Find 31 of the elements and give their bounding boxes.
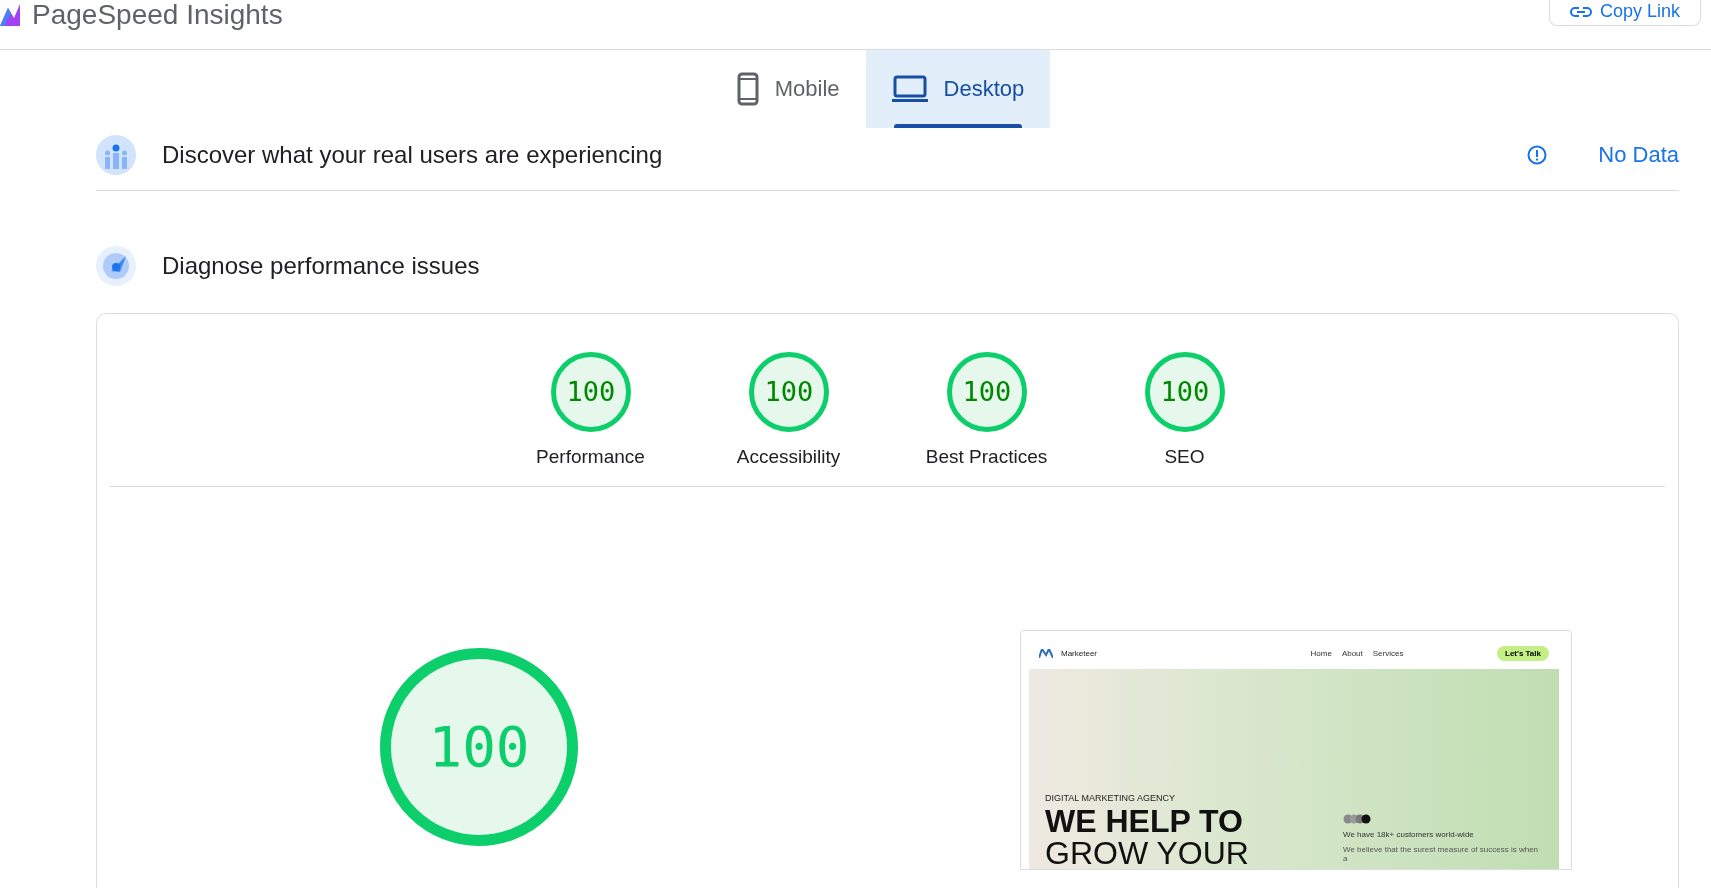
users-chart-icon bbox=[96, 135, 136, 175]
section-title: Diagnose performance issues bbox=[162, 252, 481, 280]
score-label: Best Practices bbox=[925, 446, 1048, 468]
no-data-link[interactable]: No Data bbox=[1598, 142, 1679, 168]
site-cta: Let's Talk bbox=[1497, 645, 1549, 661]
score-gauge: 100 bbox=[550, 352, 631, 432]
avatars-icon bbox=[1343, 814, 1371, 824]
laptop-icon bbox=[891, 75, 928, 103]
link-icon bbox=[1569, 5, 1592, 18]
site-headline: WE HELP TO bbox=[1045, 805, 1244, 837]
section-title: Discover what your real users are experiencing bbox=[162, 141, 664, 169]
score-label: Accessibility bbox=[736, 446, 841, 468]
device-tab[interactable]: Desktop bbox=[865, 50, 1051, 128]
site-body: We believe that the surest measure of success is when a bbox=[1343, 845, 1540, 863]
copy-link-button[interactable]: Copy Link bbox=[1548, 0, 1701, 26]
site-brand: Marketeer bbox=[1061, 648, 1097, 658]
site-eyebrow: DIGITAL MARKETING AGENCY bbox=[1045, 793, 1177, 803]
score-gauge: 100 bbox=[1144, 352, 1225, 432]
score-gauge: 100 bbox=[946, 352, 1027, 432]
info-icon bbox=[1526, 144, 1549, 166]
app-title: PageSpeed Insights bbox=[32, 0, 283, 31]
score-label: SEO bbox=[1164, 446, 1205, 468]
performance-gauge: 100 bbox=[380, 648, 578, 846]
logo-icon bbox=[0, 4, 20, 27]
compass-icon bbox=[96, 246, 136, 286]
score-label: Performance bbox=[536, 446, 645, 468]
site-headline: GROW YOUR bbox=[1045, 837, 1250, 869]
brand-logo-icon bbox=[1039, 648, 1053, 658]
score-gauge: 100 bbox=[748, 352, 829, 432]
phone-icon bbox=[736, 72, 759, 106]
site-stat: We have 18k+ customers world-wide bbox=[1343, 830, 1475, 839]
